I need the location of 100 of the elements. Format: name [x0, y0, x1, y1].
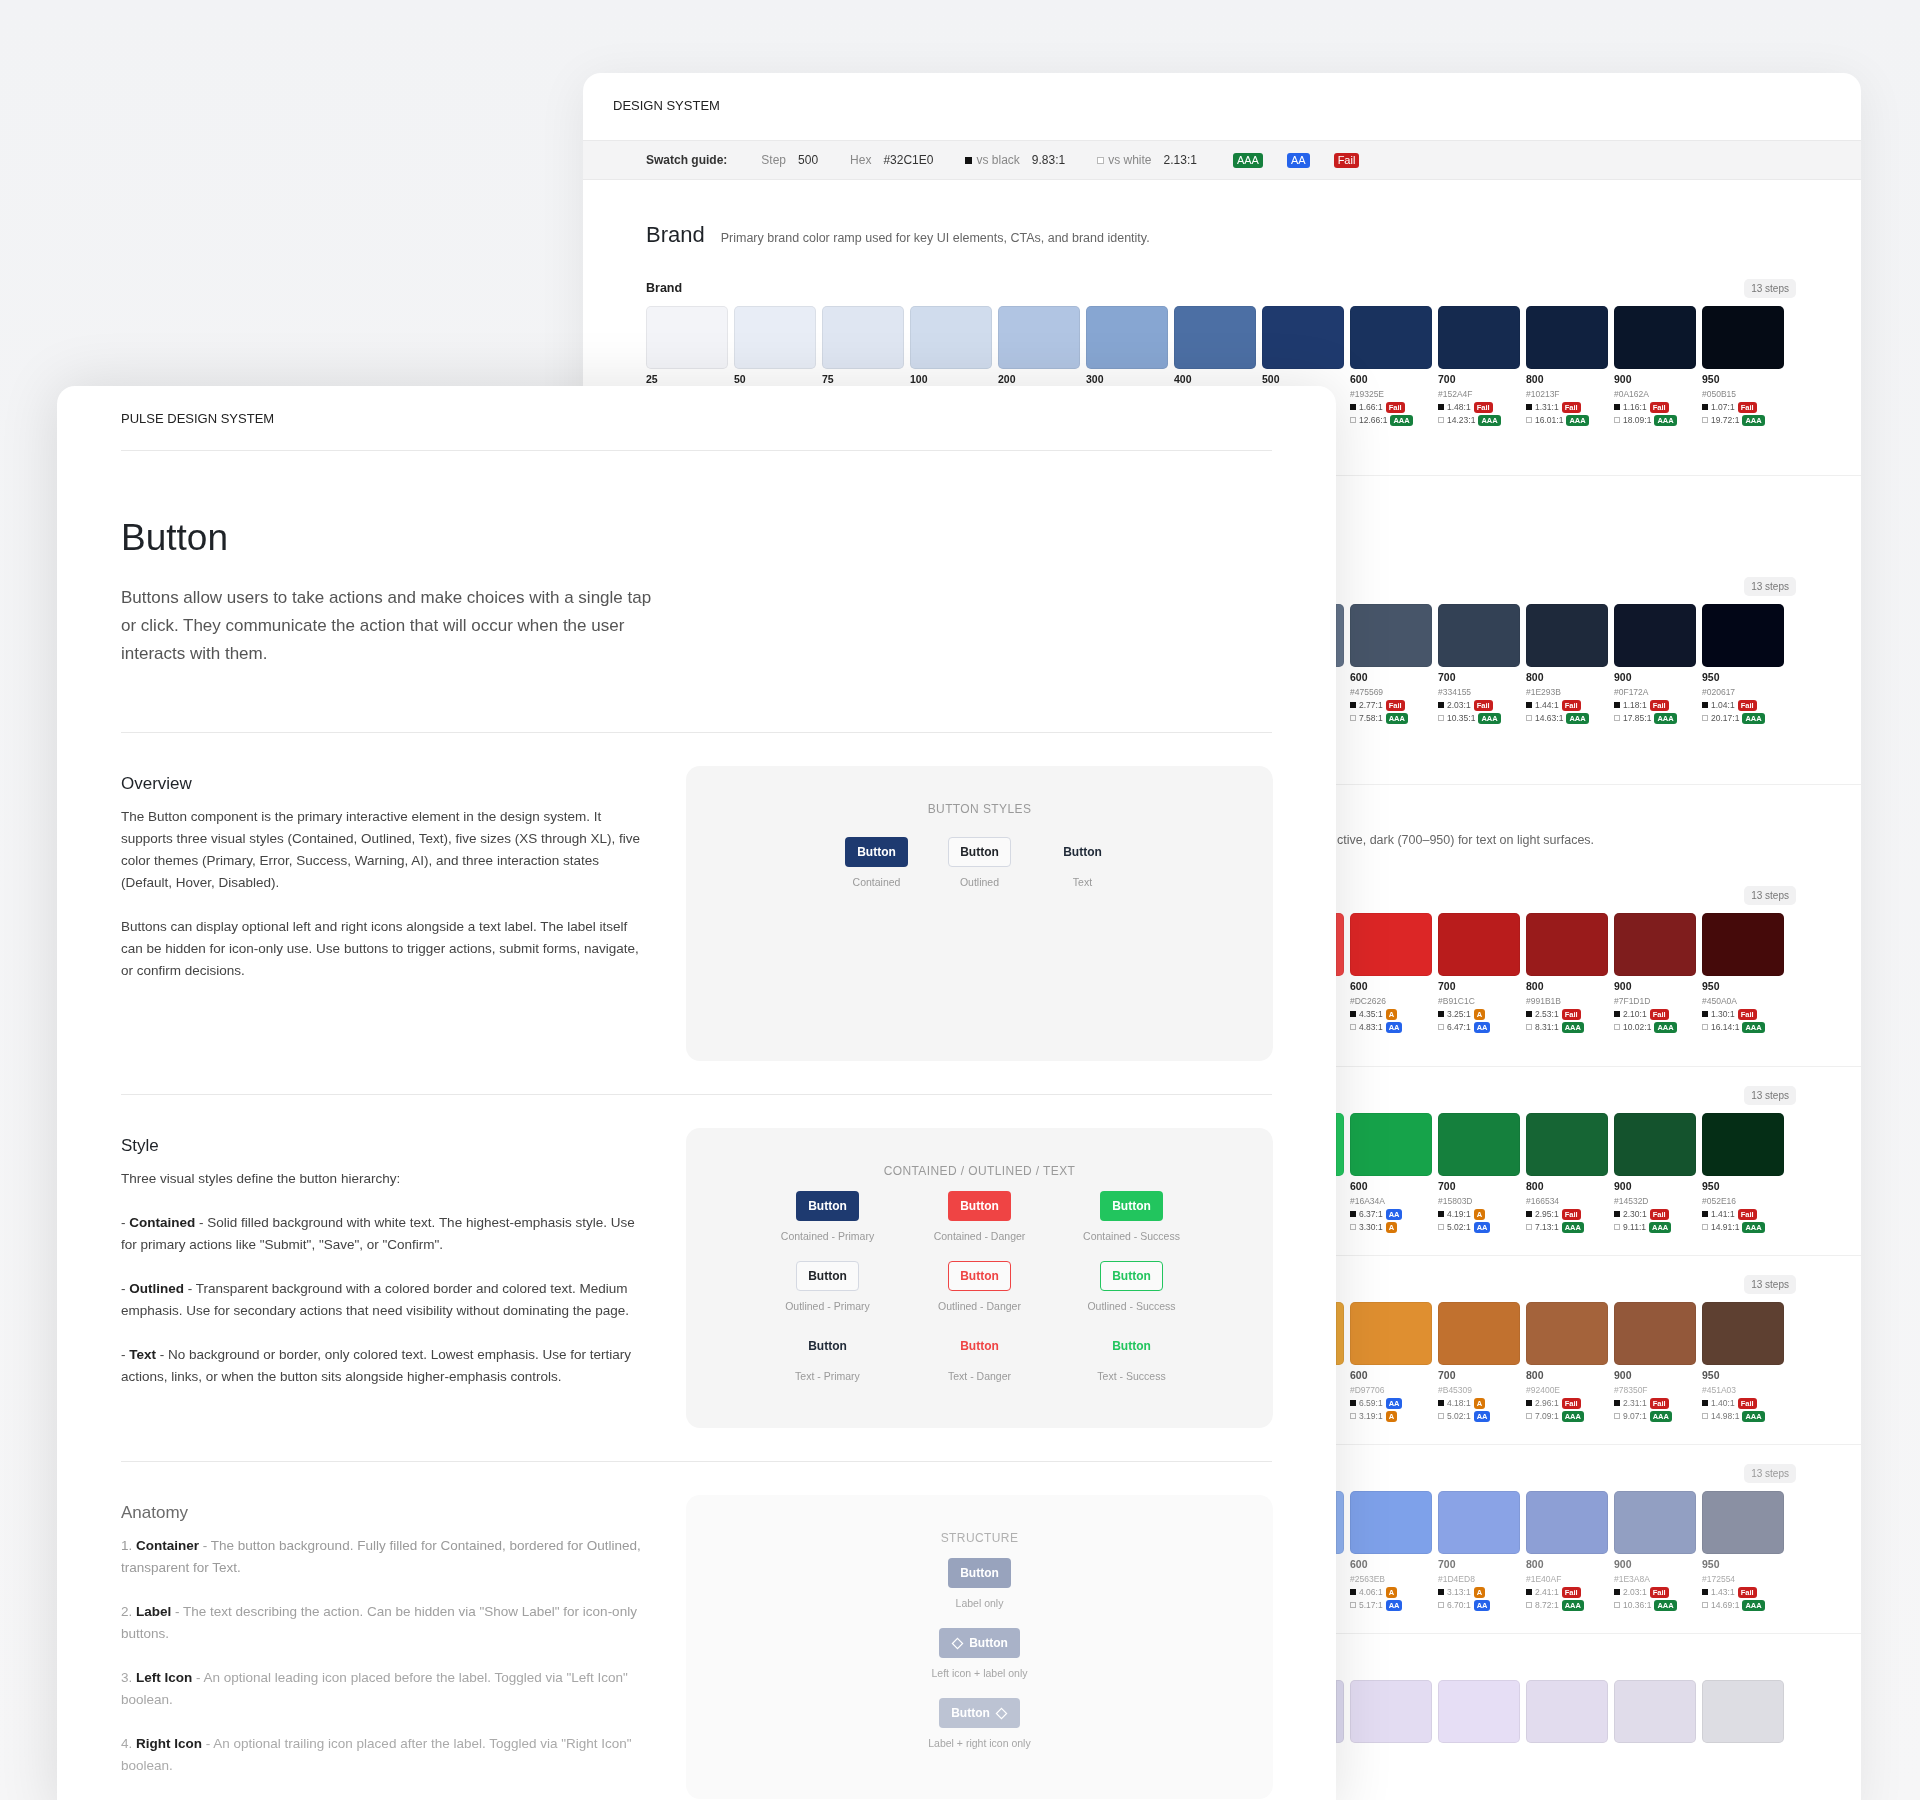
- window-title: DESIGN SYSTEM: [613, 98, 720, 113]
- button[interactable]: Button: [796, 1331, 859, 1361]
- hex-code: #451A03: [1702, 1384, 1737, 1396]
- contrast-ratio: 4.19:1: [1447, 1209, 1471, 1219]
- step-label: 75: [822, 372, 834, 386]
- step-label: 950: [1702, 1557, 1720, 1571]
- outline-square-icon: [1614, 1413, 1620, 1419]
- button-caption: Contained - Danger: [933, 1229, 1026, 1243]
- contrast-ratio: 18.09:1: [1623, 415, 1652, 425]
- step-label: 900: [1614, 1179, 1632, 1193]
- contrast-ratio: 6.37:1: [1359, 1209, 1383, 1219]
- hex-code: #B45309: [1438, 1384, 1473, 1396]
- outline-square-icon: [1614, 417, 1620, 423]
- body-text: - Text - No background or border, only colored text. Lowest emphasis. Use for tertiary actions, links, or when the button sits alongside higher-emphasis controls.: [121, 1346, 632, 1386]
- button-caption: Text - Danger: [948, 1369, 1011, 1383]
- step-label: 700: [1438, 372, 1456, 386]
- contrast-ratio: 9.07:1: [1623, 1411, 1647, 1421]
- page-heading: Button: [121, 516, 229, 560]
- filled-square-icon: [1526, 1400, 1532, 1406]
- step-label: 400: [1174, 372, 1192, 386]
- contrast-ratio: 4.18:1: [1447, 1398, 1471, 1408]
- hex-code: #1E293B: [1526, 686, 1561, 698]
- step-label: 950: [1702, 670, 1720, 684]
- outline-square-icon: [1614, 715, 1620, 721]
- step-label: 800: [1526, 1557, 1544, 1571]
- button[interactable]: Button: [948, 1558, 1011, 1588]
- step-label: 600: [1350, 670, 1368, 684]
- outline-square-icon: [1614, 1024, 1620, 1030]
- filled-square-icon: [1702, 1011, 1708, 1017]
- filled-square-icon: [1614, 1589, 1620, 1595]
- filled-square-icon: [1350, 404, 1356, 410]
- hex-code: #78350F: [1614, 1384, 1648, 1396]
- diamond-icon: [994, 1706, 1008, 1720]
- outline-square-icon: [1614, 1224, 1620, 1230]
- filled-square-icon: [1702, 1589, 1708, 1595]
- button[interactable]: Button: [948, 1331, 1011, 1361]
- button[interactable]: Button: [1100, 1261, 1163, 1291]
- diamond-icon: [951, 1636, 965, 1650]
- button[interactable]: Button: [1100, 1191, 1163, 1221]
- step-label: 900: [1614, 670, 1632, 684]
- filled-square-icon: [1350, 1589, 1356, 1595]
- hex-code: #7F1D1D: [1614, 995, 1651, 1007]
- button[interactable]: Button: [939, 1628, 1020, 1658]
- hex-code: #1D4ED8: [1438, 1573, 1475, 1585]
- field-label: vs black: [976, 153, 1020, 167]
- button[interactable]: Button: [948, 837, 1011, 867]
- outline-square-icon: [1438, 1413, 1444, 1419]
- hex-code: #475569: [1350, 686, 1384, 698]
- hex-code: #991B1B: [1526, 995, 1561, 1007]
- button[interactable]: Button: [796, 1191, 859, 1221]
- button-caption: Outlined: [959, 875, 1000, 889]
- button-caption: Contained - Success: [1083, 1229, 1180, 1243]
- contrast-ratio: 16.01:1: [1535, 415, 1564, 425]
- step-label: 950: [1702, 979, 1720, 993]
- hex-code: #19325E: [1350, 388, 1385, 400]
- contrast-ratio: 6.59:1: [1359, 1398, 1383, 1408]
- ramp-name: Brand: [646, 281, 683, 295]
- outline-square-icon: [1438, 1602, 1444, 1608]
- step-label: 800: [1526, 670, 1544, 684]
- step-label: 700: [1438, 1368, 1456, 1382]
- body-text: - Contained - Solid filled background with white text. The highest-emphasis style. Use for primary actions like "Submit", "Save", or "Confirm".: [121, 1214, 636, 1254]
- outline-square-icon: [1702, 715, 1708, 721]
- field-value: 2.13:1: [1163, 153, 1197, 167]
- filled-square-icon: [1702, 404, 1708, 410]
- filled-square-icon: [1438, 1589, 1444, 1595]
- outline-square-icon: [1526, 1413, 1532, 1419]
- contrast-ratio: 7.58:1: [1359, 713, 1383, 723]
- contrast-ratio: 6.70:1: [1447, 1600, 1471, 1610]
- button-caption: Contained - Primary: [780, 1229, 875, 1243]
- contrast-ratio: 10.35:1: [1447, 713, 1476, 723]
- hex-code: #92400E: [1526, 1384, 1561, 1396]
- section-title: Style: [121, 1135, 160, 1157]
- button-caption: Contained: [852, 875, 901, 889]
- hex-code: #16A34A: [1350, 1195, 1385, 1207]
- step-label: 300: [1086, 372, 1104, 386]
- steps-count: 13 steps: [1744, 1274, 1796, 1294]
- contrast-ratio: 5.17:1: [1359, 1600, 1383, 1610]
- hex-code: #14532D: [1614, 1195, 1649, 1207]
- button[interactable]: Button: [948, 1191, 1011, 1221]
- hex-code: #0F172A: [1614, 686, 1649, 698]
- grade-badge: Fail: [1333, 152, 1360, 168]
- contrast-ratio: 10.36:1: [1623, 1600, 1652, 1610]
- button[interactable]: Button: [796, 1261, 859, 1291]
- step-label: 800: [1526, 372, 1544, 386]
- filled-square-icon: [1526, 1589, 1532, 1595]
- contrast-ratio: 2.31:1: [1623, 1398, 1647, 1408]
- hex-code: #D97706: [1350, 1384, 1385, 1396]
- button[interactable]: Button: [845, 837, 908, 867]
- button[interactable]: Button: [1051, 837, 1114, 867]
- outline-square-icon: [1350, 417, 1356, 423]
- button[interactable]: Button: [948, 1261, 1011, 1291]
- contrast-ratio: 1.41:1: [1711, 1209, 1735, 1219]
- panel-caption: STRUCTURE: [940, 1530, 1019, 1547]
- contrast-ratio: 2.77:1: [1359, 700, 1383, 710]
- body-text: The Button component is the primary interactive element in the design system. It supports three visual styles (Contained, Outlined, Text), five sizes (XS through XL), five color themes (Primary, Error, Success, Warning, AI), and three interaction states (Default, Hover, Disabled).: [121, 808, 641, 892]
- field-label: vs white: [1108, 153, 1152, 167]
- button[interactable]: Button: [1100, 1331, 1163, 1361]
- outline-square-icon: [1350, 1024, 1356, 1030]
- step-label: 900: [1614, 1557, 1632, 1571]
- contrast-ratio: 4.35:1: [1359, 1009, 1383, 1019]
